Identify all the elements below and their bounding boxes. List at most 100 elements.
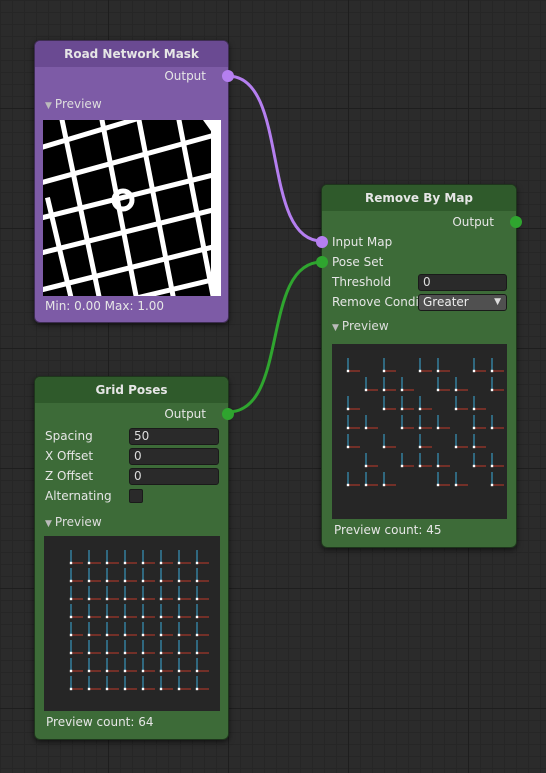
input-map-port[interactable]: [316, 236, 328, 248]
remove-preview: [332, 344, 507, 519]
preview-label: Preview: [341, 319, 389, 333]
threshold-field[interactable]: 0: [418, 274, 507, 291]
pose-set-port[interactable]: [316, 256, 328, 268]
output-port-label: Output: [164, 407, 206, 421]
preview-label: Preview: [54, 97, 102, 111]
triangle-down-icon: ▼: [45, 101, 52, 111]
pose-marker: [177, 550, 191, 565]
pose-marker: [105, 604, 119, 619]
pose-marker: [436, 358, 450, 373]
wire-grid-to-remove: [227, 260, 323, 414]
pose-marker: [436, 453, 450, 468]
pose-marker: [472, 396, 486, 411]
node-title[interactable]: Grid Poses: [35, 377, 228, 403]
pose-set-label: Pose Set: [332, 255, 384, 269]
alternating-checkbox[interactable]: [129, 489, 143, 503]
pose-marker: [123, 622, 137, 637]
pose-marker: [159, 586, 173, 601]
pose-marker: [400, 377, 414, 392]
pose-marker: [177, 586, 191, 601]
pose-marker: [177, 676, 191, 691]
pose-marker: [364, 472, 378, 487]
remove-condition-label: Remove Condi: [332, 295, 419, 309]
z-offset-field[interactable]: 0: [129, 468, 219, 485]
pose-marker: [418, 453, 432, 468]
pose-marker: [400, 453, 414, 468]
grid-poses-node[interactable]: Grid Poses Output Spacing 50 X Offset 0 …: [34, 376, 234, 740]
x-offset-field[interactable]: 0: [129, 448, 219, 465]
pose-marker: [159, 676, 173, 691]
remove-by-map-node[interactable]: Remove By Map Output Input Map Pose Set …: [316, 184, 522, 548]
output-port[interactable]: [222, 70, 234, 82]
road-mask-preview: [29, 86, 237, 310]
pose-marker: [123, 658, 137, 673]
pose-marker: [382, 377, 396, 392]
preview-toggle[interactable]: ▼ Preview: [35, 94, 228, 114]
pose-marker: [195, 658, 209, 673]
pose-marker: [87, 568, 101, 583]
road-network-mask-node[interactable]: Road Network Mask Output ▼ Preview Min: …: [29, 40, 237, 323]
remove-condition-dropdown[interactable]: Greater ▼: [418, 294, 507, 311]
wire-road-to-remove: [227, 74, 323, 243]
pose-marker: [418, 434, 432, 449]
pose-marker: [141, 676, 155, 691]
preview-toggle[interactable]: ▼ Preview: [35, 512, 228, 532]
pose-marker: [454, 434, 468, 449]
output-port-label: Output: [452, 215, 494, 229]
output-port-label: Output: [164, 69, 206, 83]
pose-marker: [382, 396, 396, 411]
triangle-down-icon: ▼: [332, 323, 339, 333]
pose-marker: [87, 604, 101, 619]
pose-marker: [472, 453, 486, 468]
pose-marker: [346, 472, 360, 487]
minmax-text: Min: 0.00 Max: 1.00: [45, 299, 165, 313]
pose-marker: [418, 396, 432, 411]
pose-marker: [195, 550, 209, 565]
pose-marker: [364, 415, 378, 430]
output-port[interactable]: [510, 216, 522, 228]
pose-marker: [472, 358, 486, 373]
threshold-label: Threshold: [332, 275, 392, 289]
pose-marker: [141, 586, 155, 601]
pose-marker: [69, 622, 83, 637]
pose-marker: [195, 586, 209, 601]
pose-marker: [87, 586, 101, 601]
pose-marker: [400, 396, 414, 411]
output-port[interactable]: [222, 408, 234, 420]
pose-marker: [490, 453, 504, 468]
pose-marker: [87, 658, 101, 673]
spacing-field[interactable]: 50: [129, 428, 219, 445]
pose-marker: [454, 472, 468, 487]
pose-marker: [346, 434, 360, 449]
caret-down-icon: ▼: [494, 297, 501, 307]
pose-marker: [141, 640, 155, 655]
pose-marker: [195, 676, 209, 691]
z-offset-label: Z Offset: [45, 469, 94, 483]
node-title[interactable]: Road Network Mask: [35, 41, 228, 67]
pose-marker: [195, 568, 209, 583]
pose-marker: [195, 640, 209, 655]
pose-marker: [159, 658, 173, 673]
pose-marker: [69, 550, 83, 565]
pose-marker: [418, 415, 432, 430]
pose-marker: [123, 586, 137, 601]
preview-count: Preview count: 45: [334, 523, 442, 537]
pose-marker: [418, 358, 432, 373]
pose-marker: [69, 658, 83, 673]
preview-toggle[interactable]: ▼ Preview: [322, 316, 516, 336]
pose-marker: [159, 640, 173, 655]
pose-marker: [490, 358, 504, 373]
preview-count: Preview count: 64: [46, 715, 154, 729]
pose-marker: [123, 604, 137, 619]
pose-marker: [400, 415, 414, 430]
pose-marker: [159, 604, 173, 619]
node-title[interactable]: Remove By Map: [322, 185, 516, 211]
pose-marker: [105, 586, 119, 601]
pose-marker: [105, 550, 119, 565]
remove-condition-value: Greater: [423, 295, 469, 309]
pose-marker: [105, 676, 119, 691]
pose-marker: [87, 622, 101, 637]
pose-marker: [105, 622, 119, 637]
pose-marker: [141, 604, 155, 619]
pose-marker: [472, 415, 486, 430]
